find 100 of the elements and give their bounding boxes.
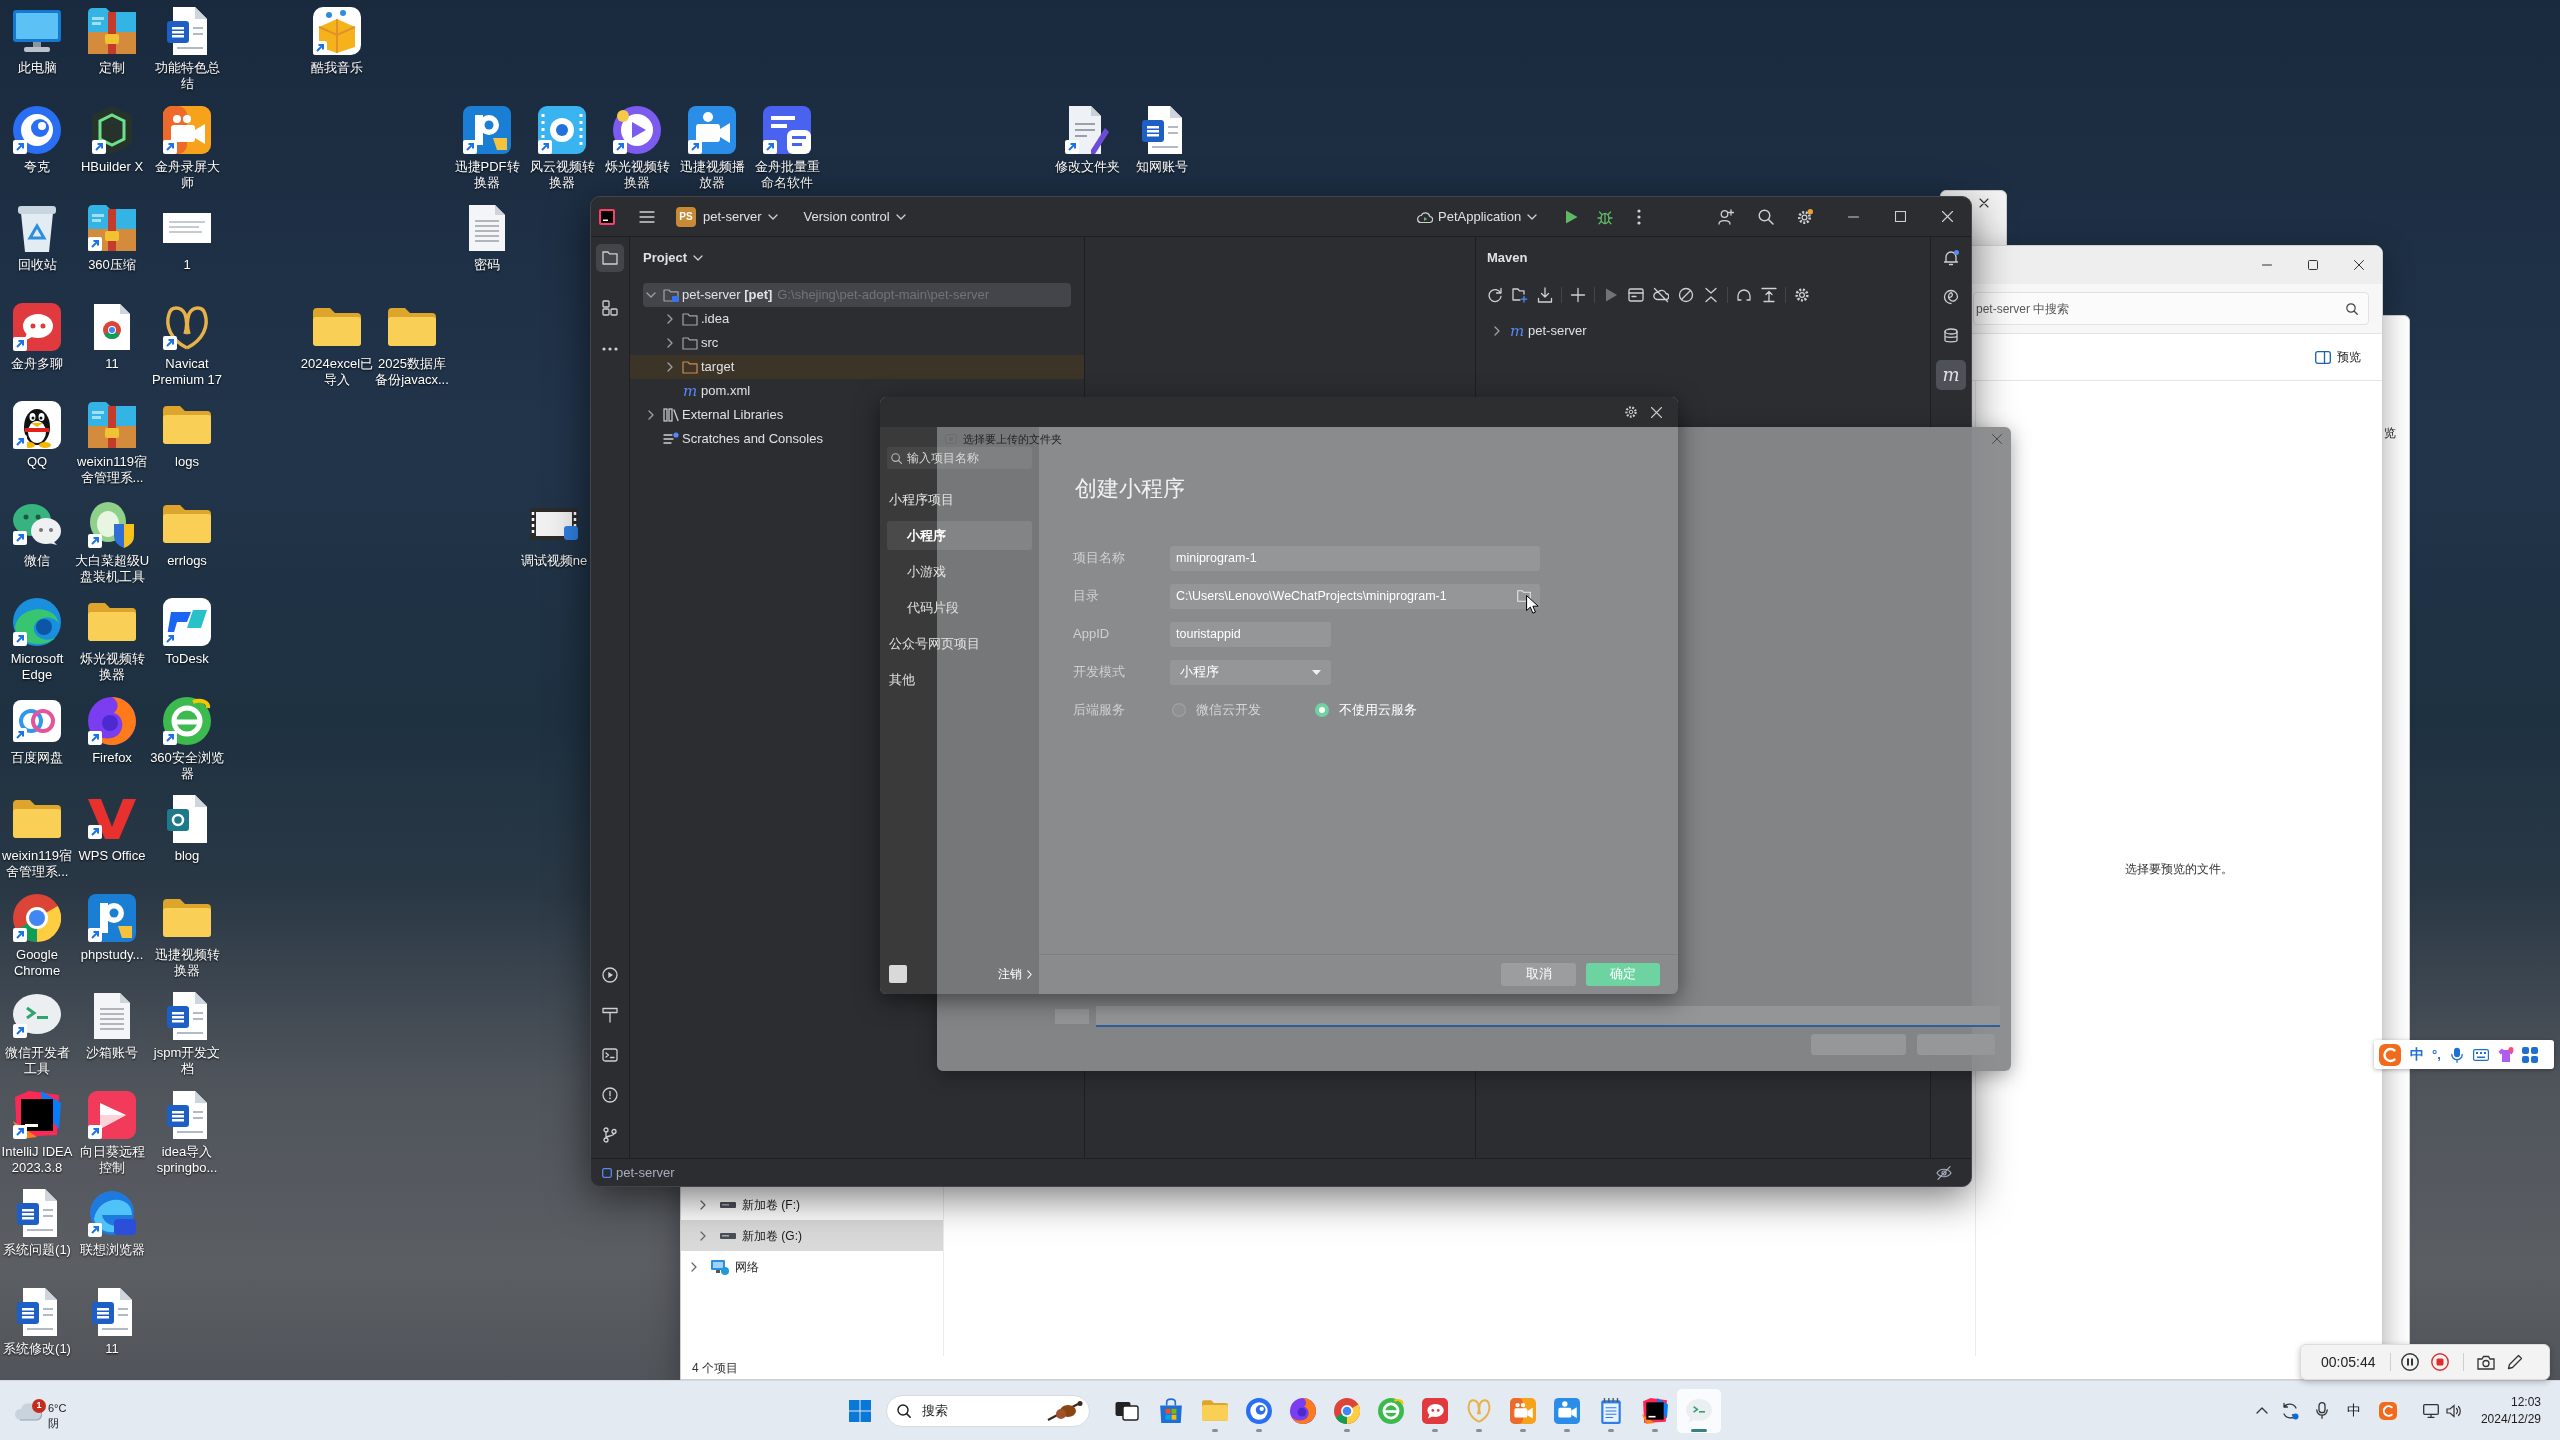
desktop-shortcut[interactable]: HBuilder X [74, 105, 150, 175]
chevron-up-icon[interactable] [2256, 1407, 2268, 1414]
desktop-shortcut[interactable]: 密码 [449, 203, 525, 273]
desktop-shortcut[interactable]: 向日葵远程控制 [74, 1090, 150, 1176]
desktop-shortcut[interactable]: weixin119宿舍管理系... [0, 794, 75, 880]
sidebar-item[interactable]: 代码片段 [887, 593, 1032, 622]
desktop-shortcut[interactable]: 大白菜超级U盘装机工具 [74, 499, 150, 585]
version-control-menu[interactable]: Version control [801, 202, 908, 231]
desktop-shortcut[interactable]: 功能特色总结 [149, 6, 225, 92]
desktop-shortcut[interactable]: 风云视频转换器 [524, 105, 600, 191]
desktop-shortcut[interactable]: 360安全浏览器 [149, 696, 225, 782]
current-project-menu[interactable]: PS pet-server [674, 202, 780, 231]
clock-date[interactable]: 2024/12/29 [2480, 1410, 2541, 1428]
alert-circle-icon[interactable] [602, 1087, 618, 1103]
input-mode-indicator[interactable]: 中 [2410, 1044, 2424, 1065]
camera-icon[interactable] [2476, 1354, 2495, 1370]
maximize-icon[interactable] [2308, 260, 2318, 270]
microphone-icon[interactable] [2316, 1402, 2328, 1419]
window-icon[interactable] [1628, 287, 1644, 303]
desktop-shortcut[interactable]: Navicat Premium 17 [149, 302, 225, 388]
play-circle-icon[interactable] [602, 967, 618, 983]
nav-item[interactable]: 新加卷 (F:) [681, 1189, 943, 1220]
desktop-shortcut[interactable]: 烁光视频转换器 [599, 105, 675, 191]
desktop-shortcut[interactable]: Firefox [74, 696, 150, 766]
tree-item[interactable]: .idea [643, 307, 1071, 331]
arc-icon[interactable] [1736, 287, 1752, 303]
desktop-shortcut[interactable]: 知网账号 [1124, 105, 1200, 175]
sidebar-item[interactable]: 公众号网页项目 [887, 629, 1032, 658]
shirt-icon[interactable] [2497, 1046, 2514, 1063]
task-view-icon[interactable] [1115, 1399, 1139, 1422]
desktop-shortcut[interactable]: 金舟多聊 [0, 302, 75, 372]
sync-icon[interactable] [2281, 1401, 2299, 1420]
clock-time[interactable]: 12:03 [2510, 1393, 2541, 1411]
volume-icon[interactable] [2446, 1403, 2462, 1418]
sidebar-item[interactable]: 其他 [887, 665, 1032, 694]
tool-window-button[interactable]: m [1936, 360, 1966, 390]
plus-icon[interactable] [1570, 287, 1586, 303]
download-icon[interactable] [1537, 287, 1553, 303]
microphone-icon[interactable] [2450, 1046, 2463, 1063]
desktop-shortcut[interactable]: Google Chrome [0, 893, 75, 979]
settings-icon[interactable] [1625, 406, 1637, 418]
desktop-shortcut[interactable]: 此电脑 [0, 6, 75, 76]
desktop-shortcut[interactable]: IntelliJ IDEA 2023.3.8 [0, 1090, 75, 1176]
menu-icon[interactable] [639, 210, 655, 223]
desktop-shortcut[interactable]: 联想浏览器 [74, 1188, 150, 1258]
prohibited-icon[interactable] [1678, 287, 1694, 303]
input-mode-indicator[interactable]: 中 [2338, 1400, 2370, 1421]
preview-button[interactable]: 预览 [2315, 348, 2361, 366]
desktop-shortcut[interactable]: blog [149, 794, 225, 864]
chevron-right-icon[interactable] [667, 314, 673, 324]
settings-icon[interactable] [1797, 208, 1813, 225]
search-field[interactable]: pet-server 中搜索 [1973, 292, 2369, 325]
chevron-right-icon[interactable] [667, 338, 673, 348]
chevron-right-icon[interactable] [648, 410, 654, 420]
tool-window-button[interactable] [596, 244, 624, 272]
debug-icon[interactable] [1597, 208, 1613, 225]
punctuation-indicator[interactable]: °, [2432, 1044, 2441, 1065]
chevron-down-icon[interactable] [646, 292, 656, 298]
search-icon[interactable] [1758, 208, 1774, 225]
ide-logo-icon[interactable] [599, 208, 615, 225]
search-field[interactable]: 输入项目名称 [887, 447, 1032, 469]
terminal-icon[interactable] [602, 1047, 618, 1063]
desktop-shortcut[interactable]: 酷我音乐 [299, 6, 375, 76]
branch-icon[interactable] [602, 1127, 618, 1143]
desktop-shortcut[interactable]: weixin119宿舍管理系... [74, 400, 150, 486]
hammer-icon[interactable] [602, 1007, 618, 1023]
desktop-shortcut[interactable]: 微信 [0, 499, 75, 569]
sidebar-item[interactable]: 小游戏 [887, 557, 1032, 586]
play-icon[interactable] [1603, 287, 1619, 303]
nav-item[interactable]: 网络 [681, 1251, 943, 1282]
pen-icon[interactable] [2506, 1354, 2523, 1370]
nav-item[interactable]: 新加卷 (G:) [681, 1220, 943, 1251]
ime-logo-icon[interactable] [2379, 1043, 2401, 1066]
tree-item[interactable]: m pom.xml [643, 379, 1071, 403]
desktop-shortcut[interactable]: 金舟批量重命名软件 [749, 105, 825, 191]
desktop-shortcut[interactable]: 11 [74, 1287, 150, 1357]
network-icon[interactable] [2423, 1403, 2439, 1418]
desktop-shortcut[interactable]: 11 [74, 302, 150, 372]
ime-logo-icon[interactable] [2379, 1401, 2397, 1420]
desktop-shortcut[interactable]: 夸克 [0, 105, 75, 175]
desktop-shortcut[interactable]: 2025数据库备份javacx... [374, 302, 450, 388]
desktop-shortcut[interactable]: 2024excel已导入 [299, 302, 375, 388]
desktop-shortcut[interactable]: 360压缩 [74, 203, 150, 273]
desktop-shortcut[interactable]: logs [149, 400, 225, 470]
desktop-shortcut[interactable]: 迅捷视频转换器 [149, 893, 225, 979]
run-configuration-selector[interactable]: PetApplication [1415, 202, 1547, 231]
desktop-shortcut[interactable]: 百度网盘 [0, 696, 75, 766]
chevron-right-icon[interactable] [667, 362, 673, 372]
desktop-shortcut[interactable]: Microsoft Edge [0, 597, 75, 683]
desktop-shortcut[interactable]: jspm开发文档 [149, 991, 225, 1077]
folder-add-icon[interactable] [1512, 287, 1528, 303]
desktop-shortcut[interactable]: 回收站 [0, 203, 75, 273]
path-field[interactable] [1096, 1006, 2000, 1027]
desktop-shortcut[interactable]: QQ [0, 400, 75, 470]
desktop-shortcut[interactable]: idea导入springbo... [149, 1090, 225, 1176]
tree-item[interactable]: m pet-server [1489, 319, 1917, 343]
desktop-shortcut[interactable]: ToDesk [149, 597, 225, 667]
desktop-shortcut[interactable]: WPS Office [74, 794, 150, 864]
project-view-selector[interactable]: Project [643, 248, 704, 268]
collapse-icon[interactable] [1703, 287, 1719, 303]
